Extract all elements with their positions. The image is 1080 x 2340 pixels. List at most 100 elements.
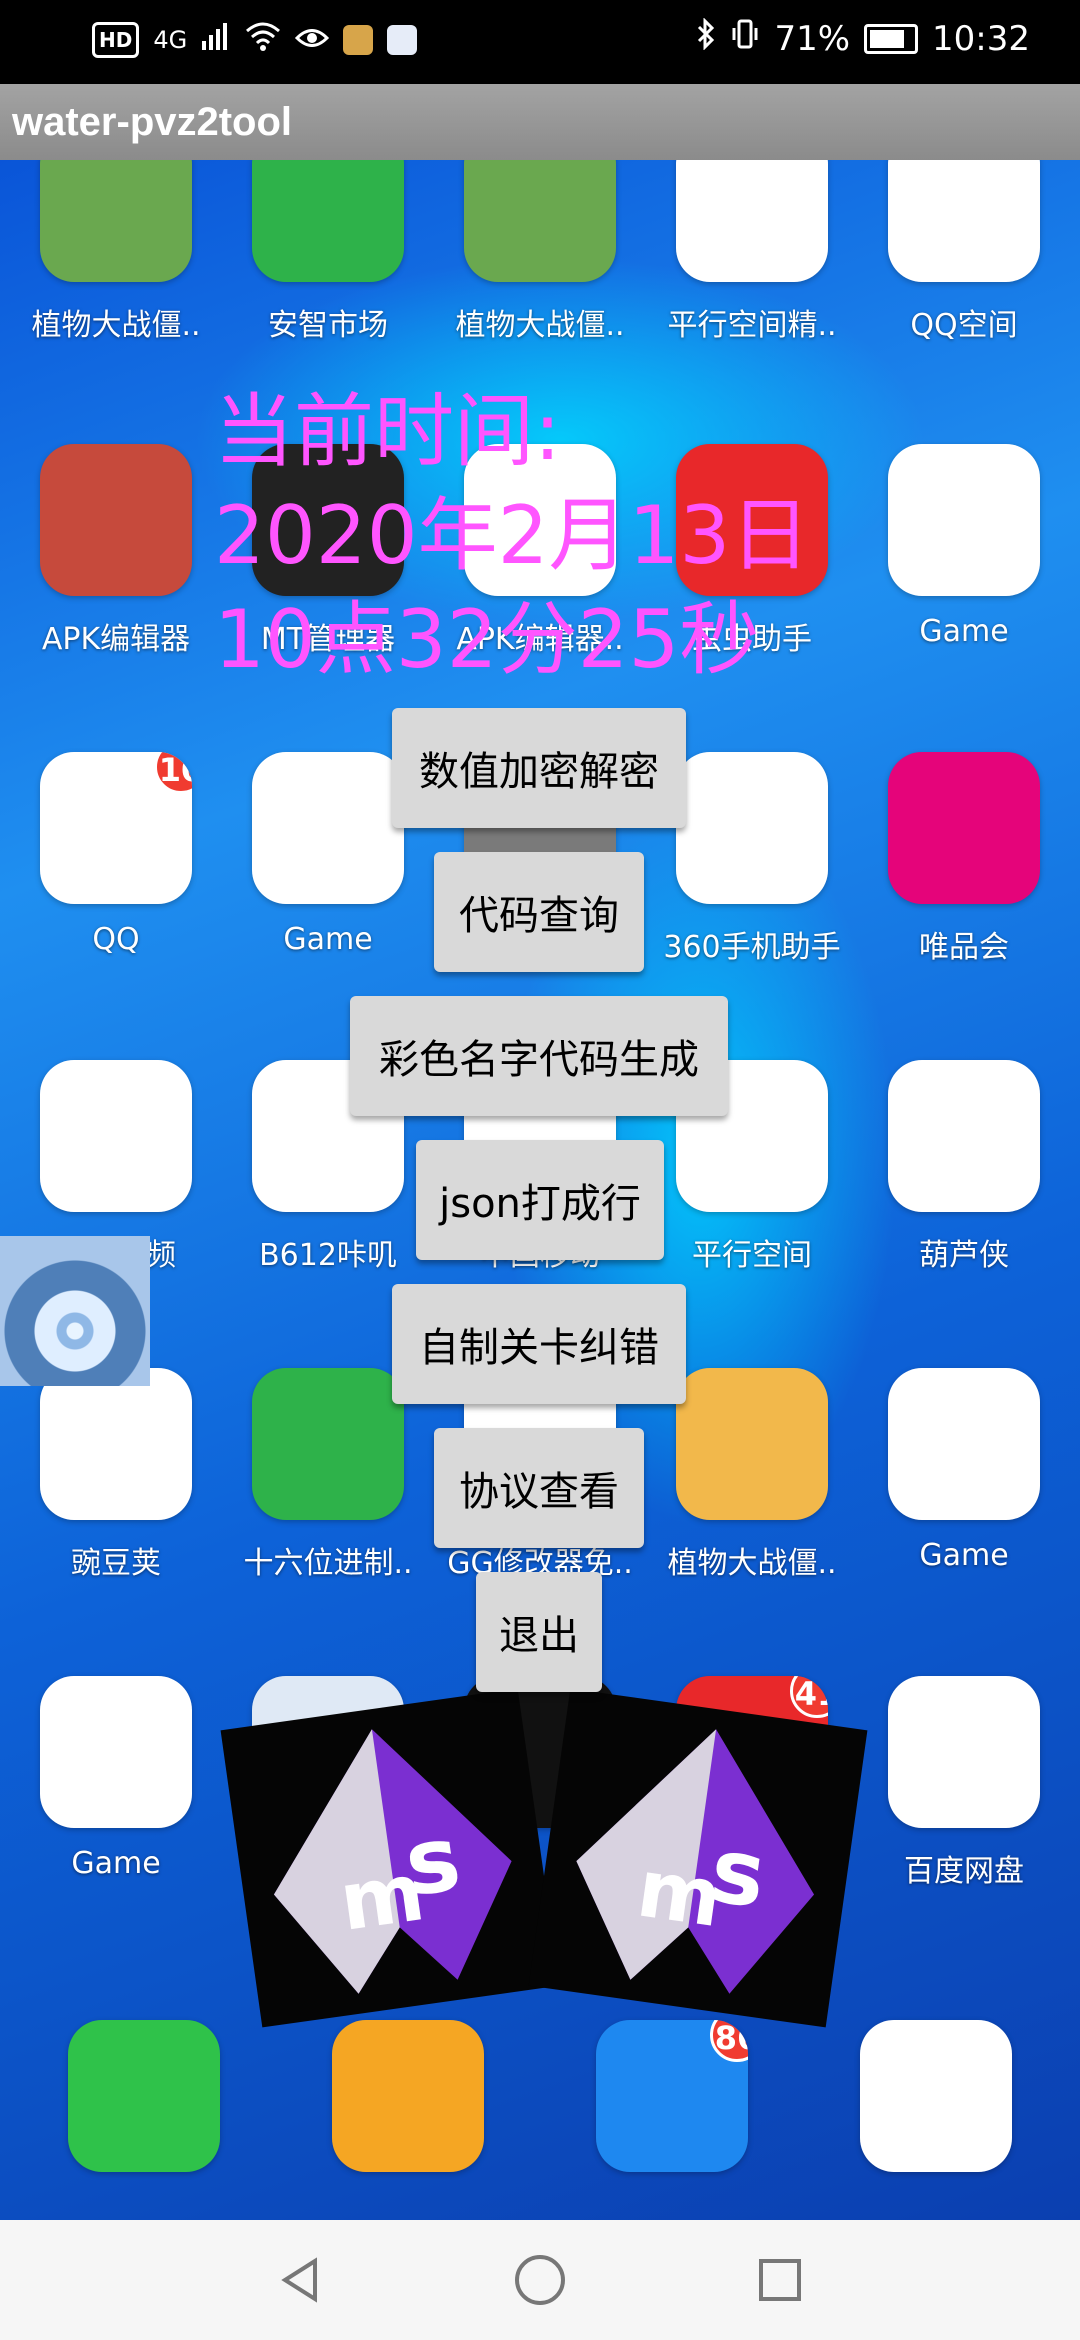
app-label: QQ空间: [910, 308, 1018, 343]
battery-icon: [864, 23, 919, 54]
app-label: 百度网盘: [904, 1854, 1024, 1889]
dock-app[interactable]: [38, 2020, 250, 2172]
dock-app[interactable]: 86: [566, 2020, 778, 2172]
home-app[interactable]: Game: [858, 1368, 1070, 1573]
code-query-button[interactable]: 代码查询: [434, 852, 644, 972]
home-app[interactable]: Game: [858, 444, 1070, 649]
app-label: 葫芦侠: [919, 1238, 1009, 1273]
encrypt-decrypt-button[interactable]: 数值加密解密: [392, 708, 686, 828]
notification-badge: 41: [790, 1676, 828, 1718]
app-label: 平行空间: [692, 1238, 812, 1273]
app-label: 植物大战僵..: [31, 308, 201, 343]
exit-button[interactable]: 退出: [476, 1572, 602, 1692]
clock-time: 10:32: [932, 18, 1030, 59]
time-line-clock: 10点32分25秒: [214, 593, 760, 686]
dock: 86: [0, 2020, 1080, 2220]
app-label: Game: [71, 1846, 161, 1881]
ms-logo-left[interactable]: m s: [220, 1688, 560, 2028]
bluetooth-icon: [696, 17, 716, 59]
pvz2-hd-icon: [464, 160, 616, 282]
game-guardian-icon: [252, 752, 404, 904]
signal-icon: [201, 20, 231, 60]
tencent-video-icon: [40, 1060, 192, 1212]
vibrate-icon: [730, 18, 760, 59]
app-label: 平行空间精..: [667, 308, 837, 343]
game-guardian-icon: [888, 444, 1040, 596]
apk-editor-icon: [40, 444, 192, 596]
qq-penguin-icon: 10: [40, 752, 192, 904]
protocol-view-button[interactable]: 协议查看: [434, 1428, 644, 1548]
navigation-bar: [0, 2220, 1080, 2340]
home-app[interactable]: 葫芦侠: [858, 1060, 1070, 1274]
notification-app-icon: [343, 25, 374, 55]
game-guardian-icon: [40, 1676, 192, 1828]
recents-button[interactable]: [750, 2250, 810, 2310]
color-name-code-button[interactable]: 彩色名字代码生成: [350, 996, 728, 1116]
home-app[interactable]: QQ空间: [858, 160, 1070, 344]
ms-logo-right[interactable]: m s: [528, 1688, 868, 2028]
status-left-group: HD 4G: [92, 20, 418, 60]
status-right-group: 71% 10:32: [696, 17, 1030, 59]
back-button[interactable]: [270, 2250, 330, 2310]
dock-app[interactable]: [302, 2020, 514, 2172]
home-app[interactable]: 平行空间精..: [646, 160, 858, 344]
app-label: 安智市场: [268, 308, 388, 343]
app-label: Game: [919, 1538, 1009, 1573]
recents-square-icon: [759, 2259, 801, 2301]
home-app[interactable]: 植物大战僵..: [434, 160, 646, 344]
contacts-icon: [332, 2020, 484, 2172]
home-app[interactable]: 豌豆荚: [10, 1368, 222, 1582]
vipshop-icon: [888, 752, 1040, 904]
hd-indicator: HD: [92, 22, 140, 58]
home-app[interactable]: APK编辑器: [10, 444, 222, 658]
messages-icon: 86: [596, 2020, 748, 2172]
wifi-icon: [245, 20, 281, 60]
water-drop-image: [0, 1236, 150, 1386]
app-label: 豌豆荚: [71, 1546, 161, 1581]
hex-converter-icon: [252, 1368, 404, 1520]
home-button[interactable]: [510, 2250, 570, 2310]
parallel-space-lite-icon: [676, 160, 828, 282]
app-label: 植物大战僵..: [455, 308, 625, 343]
app-label: APK编辑器: [41, 622, 191, 657]
level-fix-button[interactable]: 自制关卡纠错: [392, 1284, 686, 1404]
home-app[interactable]: 安智市场: [222, 160, 434, 344]
pvz2-hd-icon: [40, 160, 192, 282]
phone-icon: [68, 2020, 220, 2172]
home-app[interactable]: 植物大战僵..: [10, 160, 222, 344]
baidu-netdisk-icon: [888, 1676, 1040, 1828]
app-label: 唯品会: [919, 930, 1009, 965]
browser-icon: [860, 2020, 1012, 2172]
status-bar: HD 4G 71% 10:32: [0, 0, 1080, 84]
anzhi-market-icon: [252, 160, 404, 282]
home-app[interactable]: Game: [10, 1676, 222, 1881]
dock-app[interactable]: [830, 2020, 1042, 2172]
battery-percent: 71%: [774, 18, 851, 59]
notification-badge: 86: [710, 2020, 748, 2062]
app-title: water-pvz2tool: [12, 100, 293, 144]
pvz2-summer-icon: [676, 1368, 828, 1520]
game-guardian-icon: [888, 1368, 1040, 1520]
time-line-date: 2020年2月13日: [214, 489, 811, 582]
json-one-line-button[interactable]: json打成行: [416, 1140, 664, 1260]
notification-badge: 10: [154, 752, 192, 794]
home-circle-icon: [515, 2255, 565, 2305]
home-app[interactable]: 10 QQ: [10, 752, 222, 957]
app-label: Game: [283, 922, 373, 957]
qzone-icon: [888, 160, 1040, 282]
app-label: Game: [919, 614, 1009, 649]
network-type-label: 4G: [153, 26, 188, 54]
app-label: QQ: [92, 922, 140, 957]
app-title-bar: water-pvz2tool: [0, 84, 1080, 160]
wandoujia-icon: [40, 1368, 192, 1520]
app-label: 360手机助手: [663, 930, 841, 965]
current-time-display: 当前时间: 2020年2月13日 10点32分25秒: [214, 380, 810, 692]
baidu-notification-icon: [387, 25, 418, 55]
time-line-label: 当前时间:: [214, 385, 561, 478]
app-label: 十六位进制..: [243, 1546, 413, 1581]
home-app[interactable]: 唯品会: [858, 752, 1070, 966]
app-label: 植物大战僵..: [667, 1546, 837, 1581]
app-label: B612咔叽: [259, 1238, 397, 1273]
back-triangle-icon: [281, 2257, 317, 2303]
home-app[interactable]: 百度网盘: [858, 1676, 1070, 1890]
